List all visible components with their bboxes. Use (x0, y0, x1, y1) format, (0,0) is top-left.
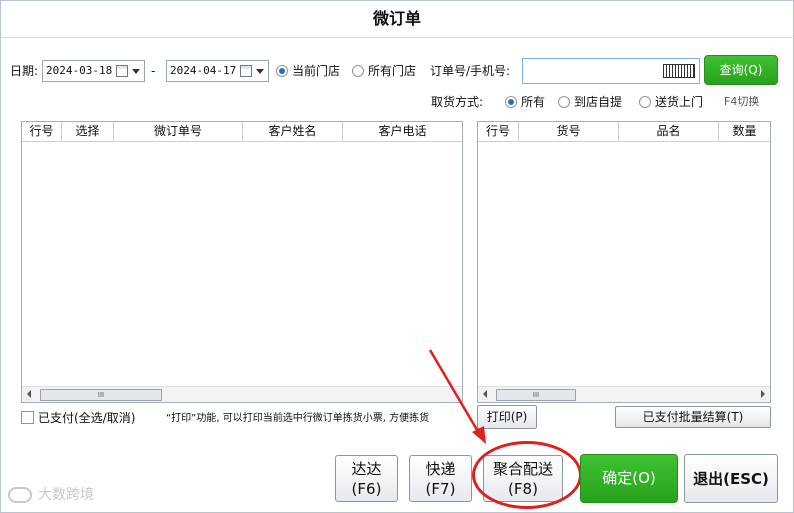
calendar-icon (240, 65, 252, 77)
paid-select-all-checkbox[interactable] (21, 411, 34, 424)
window-title: 微订单 (0, 0, 794, 38)
date-label: 日期: (10, 64, 39, 78)
order-search-label: 订单号/手机号: (430, 64, 511, 78)
radio-pickup-delivery[interactable] (639, 96, 651, 108)
pickup-method-label: 取货方式: (431, 95, 484, 109)
end-date-value: 2024-04-17 (170, 64, 237, 77)
exit-button[interactable]: 退出(ESC) (684, 454, 778, 503)
dada-delivery-shortcut: (F6) (351, 480, 382, 498)
items-table[interactable]: 行号 货号 品名 数量 III (477, 121, 771, 403)
orders-table[interactable]: 行号 选择 微订单号 客户姓名 客户电话 III (21, 121, 463, 403)
scroll-thumb[interactable]: III (496, 389, 576, 401)
items-table-header: 行号 货号 品名 数量 (478, 122, 770, 142)
calendar-icon (116, 65, 128, 77)
radio-pickup-self[interactable] (558, 96, 570, 108)
confirm-button[interactable]: 确定(O) (580, 454, 678, 503)
items-col-line[interactable]: 行号 (478, 122, 519, 142)
express-delivery-label: 快递 (425, 460, 456, 478)
batch-settle-button[interactable]: 已支付批量结算(T) (615, 406, 771, 428)
annotation-arrow (428, 349, 486, 444)
items-col-name[interactable]: 品名 (619, 122, 719, 142)
annotation-arrow-shaft (428, 349, 482, 436)
watermark-logo-icon (8, 487, 32, 503)
keyboard-icon[interactable] (663, 64, 695, 78)
print-hint-text: “打印”功能, 可以打印当前选中行微订单拣货小票, 方便拣货 (166, 413, 430, 424)
date-range-dash: - (151, 64, 156, 78)
start-date-picker[interactable]: 2024-03-18 (42, 60, 145, 82)
radio-pickup-delivery-label[interactable]: 送货上门 (655, 92, 703, 112)
chevron-down-icon[interactable] (132, 69, 140, 74)
orders-col-line[interactable]: 行号 (22, 122, 62, 142)
radio-all-stores-label[interactable]: 所有门店 (368, 61, 416, 81)
highlight-circle (472, 441, 582, 509)
items-col-quantity[interactable]: 数量 (719, 122, 770, 142)
express-delivery-button[interactable]: 快递 (F7) (409, 455, 472, 502)
f4-toggle-hint: F4切换 (724, 95, 760, 108)
items-col-sku[interactable]: 货号 (519, 122, 619, 142)
orders-col-select[interactable]: 选择 (62, 122, 114, 142)
radio-pickup-all[interactable] (505, 96, 517, 108)
chevron-down-icon[interactable] (256, 69, 264, 74)
orders-col-order-no[interactable]: 微订单号 (114, 122, 243, 142)
orders-table-header: 行号 选择 微订单号 客户姓名 客户电话 (22, 122, 462, 142)
watermark-text: 大数跨境 (38, 487, 94, 503)
express-delivery-shortcut: (F7) (425, 480, 456, 498)
items-horizontal-scrollbar[interactable]: III (478, 386, 770, 402)
annotation-arrow-head (472, 426, 486, 444)
order-search-input[interactable] (522, 58, 700, 84)
radio-current-store-label[interactable]: 当前门店 (292, 61, 340, 81)
radio-pickup-all-label[interactable]: 所有 (521, 92, 545, 112)
orders-col-customer-name[interactable]: 客户姓名 (243, 122, 343, 142)
scroll-left-icon[interactable] (27, 390, 31, 398)
radio-current-store[interactable] (276, 65, 288, 77)
scroll-right-icon[interactable] (761, 390, 765, 398)
paid-select-all-label[interactable]: 已支付(全选/取消) (38, 408, 135, 428)
start-date-value: 2024-03-18 (46, 64, 113, 77)
radio-pickup-self-label[interactable]: 到店自提 (574, 92, 622, 112)
scroll-thumb[interactable]: III (40, 389, 162, 401)
orders-horizontal-scrollbar[interactable]: III (22, 386, 462, 402)
dada-delivery-button[interactable]: 达达 (F6) (335, 455, 398, 502)
query-button[interactable]: 查询(Q) (704, 55, 778, 85)
dada-delivery-label: 达达 (351, 460, 382, 478)
end-date-picker[interactable]: 2024-04-17 (166, 60, 269, 82)
orders-col-customer-phone[interactable]: 客户电话 (343, 122, 462, 142)
radio-all-stores[interactable] (352, 65, 364, 77)
